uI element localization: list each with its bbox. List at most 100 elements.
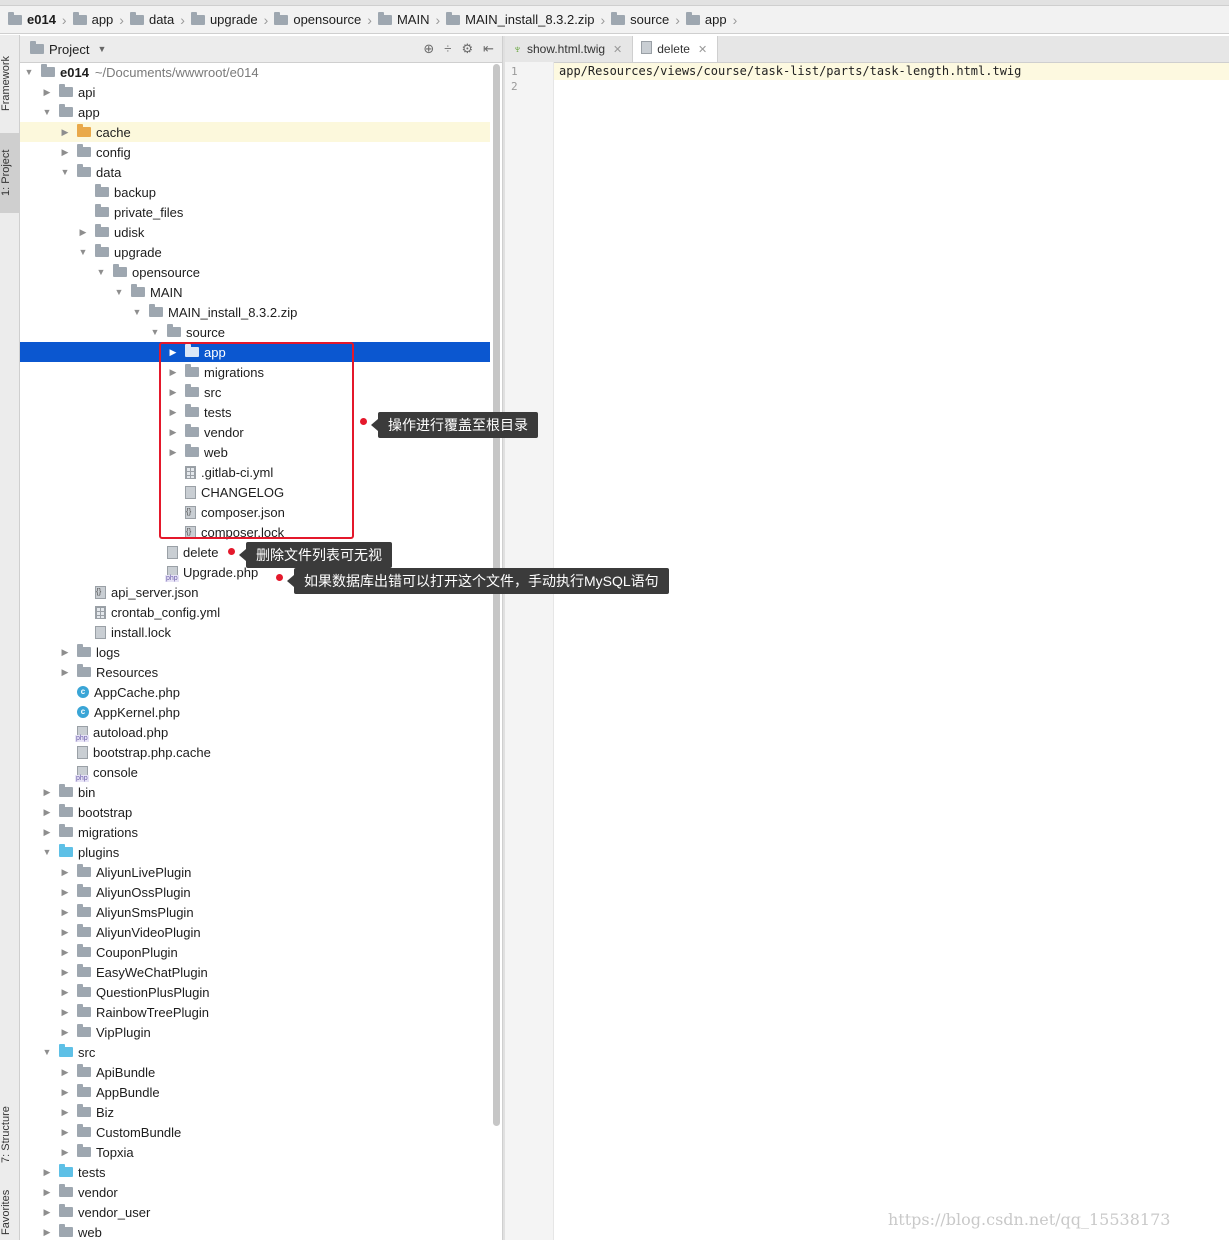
expanded-arrow-icon[interactable]: ▼ xyxy=(41,107,53,117)
tree-row[interactable]: ▶ udisk xyxy=(20,222,490,242)
breadcrumb-item[interactable]: app › xyxy=(685,6,743,34)
tree-row[interactable]: ▼ source xyxy=(20,322,490,342)
tree-row[interactable]: crontab_config.yml xyxy=(20,602,490,622)
tree-row[interactable]: ▶ ApiBundle xyxy=(20,1062,490,1082)
collapsed-arrow-icon[interactable]: ▶ xyxy=(59,1107,71,1118)
collapsed-arrow-icon[interactable]: ▶ xyxy=(59,887,71,898)
breadcrumb-item[interactable]: data › xyxy=(129,6,191,34)
tree-row[interactable]: ▶ AliyunLivePlugin xyxy=(20,862,490,882)
tree-row[interactable]: ▶ CustomBundle xyxy=(20,1122,490,1142)
collapsed-arrow-icon[interactable]: ▶ xyxy=(41,1227,53,1238)
tree-row[interactable]: ▶ QuestionPlusPlugin xyxy=(20,982,490,1002)
breadcrumb-item[interactable]: e014 › xyxy=(8,6,73,34)
tree-row[interactable]: ▶ EasyWeChatPlugin xyxy=(20,962,490,982)
hide-panel-icon[interactable]: ⇤ xyxy=(483,41,494,57)
expanded-arrow-icon[interactable]: ▼ xyxy=(113,287,125,297)
tree-row[interactable]: ▶ RainbowTreePlugin xyxy=(20,1002,490,1022)
collapsed-arrow-icon[interactable]: ▶ xyxy=(41,87,53,98)
expanded-arrow-icon[interactable]: ▼ xyxy=(77,247,89,257)
tree-row[interactable]: ▼ upgrade xyxy=(20,242,490,262)
tree-row[interactable]: ▶ vendor xyxy=(20,1182,490,1202)
collapsed-arrow-icon[interactable]: ▶ xyxy=(59,1067,71,1078)
tree-row[interactable]: ▶ logs xyxy=(20,642,490,662)
tree-row[interactable]: console xyxy=(20,762,490,782)
tree-row[interactable]: c AppCache.php xyxy=(20,682,490,702)
collapsed-arrow-icon[interactable]: ▶ xyxy=(59,1007,71,1018)
tree-row[interactable]: ▼ plugins xyxy=(20,842,490,862)
collapsed-arrow-icon[interactable]: ▶ xyxy=(41,1207,53,1218)
collapsed-arrow-icon[interactable]: ▶ xyxy=(41,1167,53,1178)
tree-row[interactable]: bootstrap.php.cache xyxy=(20,742,490,762)
tree-row[interactable]: ▶ AliyunSmsPlugin xyxy=(20,902,490,922)
tree-scrollbar[interactable] xyxy=(493,64,500,1126)
project-view-selector[interactable]: Project ▼ xyxy=(30,41,106,57)
collapsed-arrow-icon[interactable]: ▶ xyxy=(59,987,71,998)
tree-row[interactable]: ▼ src xyxy=(20,1042,490,1062)
tree-row[interactable]: ▶ Biz xyxy=(20,1102,490,1122)
tree-row[interactable]: backup xyxy=(20,182,490,202)
collapsed-arrow-icon[interactable]: ▶ xyxy=(59,1127,71,1138)
collapsed-arrow-icon[interactable]: ▶ xyxy=(59,867,71,878)
tree-row[interactable]: ▶ AliyunVideoPlugin xyxy=(20,922,490,942)
collapsed-arrow-icon[interactable]: ▶ xyxy=(59,647,71,658)
collapsed-arrow-icon[interactable]: ▶ xyxy=(59,147,71,158)
tree-row[interactable]: ▼ e014 ~/Documents/wwwroot/e014 xyxy=(20,62,490,82)
tree-row[interactable]: ▶ Topxia xyxy=(20,1142,490,1162)
collapsed-arrow-icon[interactable]: ▶ xyxy=(41,787,53,798)
favorites-tab[interactable]: Favorites xyxy=(0,1185,19,1240)
expanded-arrow-icon[interactable]: ▼ xyxy=(59,167,71,177)
tree-row[interactable]: ▶ AliyunOssPlugin xyxy=(20,882,490,902)
tree-row[interactable]: c AppKernel.php xyxy=(20,702,490,722)
collapsed-arrow-icon[interactable]: ▶ xyxy=(59,907,71,918)
collapse-all-icon[interactable]: ÷ xyxy=(444,41,451,57)
project-tab[interactable]: 1: Project xyxy=(0,133,19,213)
tree-row[interactable]: ▶ cache xyxy=(20,122,490,142)
target-icon[interactable]: ⊕ xyxy=(423,41,434,57)
tree-row[interactable]: ▶ Resources xyxy=(20,662,490,682)
framework-tab[interactable]: Framework xyxy=(0,43,19,123)
tree-row[interactable]: ▶ VipPlugin xyxy=(20,1022,490,1042)
tree-row[interactable]: ▶ AppBundle xyxy=(20,1082,490,1102)
expanded-arrow-icon[interactable]: ▼ xyxy=(131,307,143,317)
collapsed-arrow-icon[interactable]: ▶ xyxy=(59,1087,71,1098)
collapsed-arrow-icon[interactable]: ▶ xyxy=(59,967,71,978)
tree-row[interactable]: ▼ MAIN_install_8.3.2.zip xyxy=(20,302,490,322)
tree-row[interactable]: ▶ tests xyxy=(20,1162,490,1182)
collapsed-arrow-icon[interactable]: ▶ xyxy=(41,1187,53,1198)
tree-row[interactable]: ▶ bootstrap xyxy=(20,802,490,822)
collapsed-arrow-icon[interactable]: ▶ xyxy=(59,947,71,958)
close-icon[interactable]: ✕ xyxy=(698,43,707,56)
tree-row[interactable]: ▶ web xyxy=(20,1222,490,1240)
collapsed-arrow-icon[interactable]: ▶ xyxy=(41,827,53,838)
tree-row[interactable]: autoload.php xyxy=(20,722,490,742)
collapsed-arrow-icon[interactable]: ▶ xyxy=(59,127,71,138)
collapsed-arrow-icon[interactable]: ▶ xyxy=(41,807,53,818)
tree-row[interactable]: ▶ bin xyxy=(20,782,490,802)
breadcrumb-item[interactable]: MAIN › xyxy=(377,6,446,34)
expanded-arrow-icon[interactable]: ▼ xyxy=(95,267,107,277)
collapsed-arrow-icon[interactable]: ▶ xyxy=(59,1027,71,1038)
tab-delete[interactable]: delete ✕ xyxy=(633,36,719,62)
collapsed-arrow-icon[interactable]: ▶ xyxy=(59,1147,71,1158)
breadcrumb-item[interactable]: MAIN_install_8.3.2.zip › xyxy=(446,6,611,34)
close-icon[interactable]: ✕ xyxy=(613,43,622,56)
editor-code-line[interactable]: app/Resources/views/course/task-list/par… xyxy=(559,64,1021,78)
tree-row[interactable]: ▶ config xyxy=(20,142,490,162)
tree-row[interactable]: ▼ MAIN xyxy=(20,282,490,302)
expanded-arrow-icon[interactable]: ▼ xyxy=(41,847,53,857)
breadcrumb-item[interactable]: upgrade › xyxy=(190,6,274,34)
tree-row[interactable]: private_files xyxy=(20,202,490,222)
tree-row[interactable]: ▼ opensource xyxy=(20,262,490,282)
structure-tab[interactable]: 7: Structure xyxy=(0,1095,19,1175)
breadcrumb-item[interactable]: opensource › xyxy=(274,6,378,34)
tab-show-html-twig[interactable]: ♆ show.html.twig ✕ xyxy=(505,36,634,62)
breadcrumb-item[interactable]: source › xyxy=(611,6,686,34)
tree-row[interactable]: install.lock xyxy=(20,622,490,642)
breadcrumb-item[interactable]: app › xyxy=(72,6,130,34)
expanded-arrow-icon[interactable]: ▼ xyxy=(149,327,161,337)
collapsed-arrow-icon[interactable]: ▶ xyxy=(77,227,89,238)
gear-icon[interactable]: ⚙ xyxy=(461,41,473,57)
tree-row[interactable]: ▼ data xyxy=(20,162,490,182)
tree-row[interactable]: ▶ CouponPlugin xyxy=(20,942,490,962)
collapsed-arrow-icon[interactable]: ▶ xyxy=(59,927,71,938)
